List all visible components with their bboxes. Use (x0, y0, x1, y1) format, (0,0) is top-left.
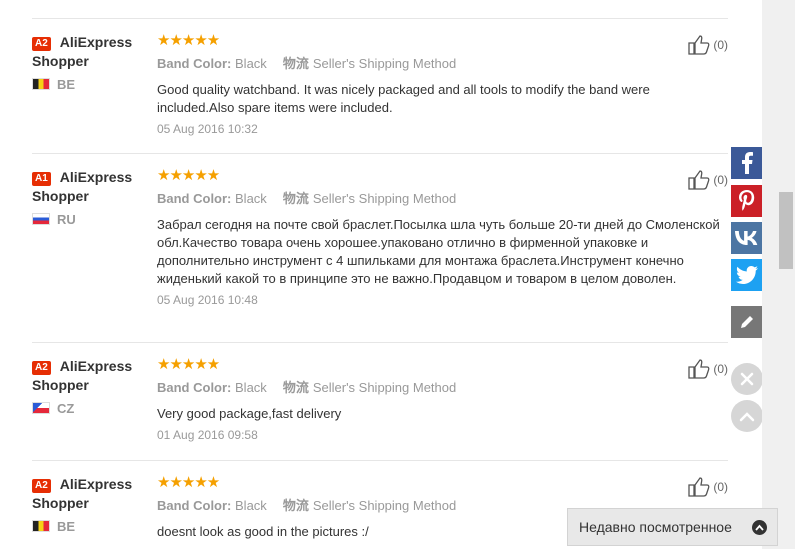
buyer-info: A2 AliExpress Shopper CZ (32, 357, 157, 417)
helpful-button[interactable]: (0) (687, 170, 728, 190)
buyer-level-badge: A1 (32, 172, 51, 186)
buyer-name-line2[interactable]: Shopper (32, 52, 157, 71)
attr-label: Band Color: (157, 498, 232, 513)
review-attributes: Band Color: Black 物流 Seller's Shipping Met… (157, 55, 727, 73)
belgium-flag-icon (32, 78, 50, 90)
close-button[interactable] (731, 363, 763, 395)
vk-share-button[interactable] (731, 222, 763, 254)
buyer-info: A2 AliExpress Shopper BE (32, 475, 157, 535)
review-item: A1 AliExpress Shopper RU ★★★★★ Band Color… (32, 153, 728, 343)
buyer-name[interactable]: AliExpress (60, 169, 132, 185)
buyer-name[interactable]: AliExpress (60, 34, 132, 50)
buyer-name-line2[interactable]: Shopper (32, 376, 157, 395)
review-content: ★★★★★ Band Color: Black 物流 Seller's Shippi… (157, 355, 727, 442)
review-attributes: Band Color: Black 物流 Seller's Shipping Met… (157, 190, 727, 208)
attr-value: Black (235, 56, 267, 71)
shipping-method: Seller's Shipping Method (312, 191, 457, 206)
star-rating: ★★★★★ (157, 356, 220, 373)
attr-label: Band Color: (157, 380, 232, 395)
russia-flag-icon (32, 213, 50, 225)
buyer-name[interactable]: AliExpress (60, 358, 132, 374)
facebook-share-button[interactable] (731, 147, 763, 179)
review-attributes: Band Color: Black 物流 Seller's Shipping Met… (157, 379, 727, 397)
czech-flag-icon (32, 402, 50, 414)
back-to-top-button[interactable] (731, 400, 763, 432)
review-date: 01 Aug 2016 09:58 (157, 428, 258, 442)
helpful-button[interactable]: (0) (687, 35, 728, 55)
attr-value: Black (235, 380, 267, 395)
buyer-country: BE (32, 519, 157, 535)
buyer-name-line2[interactable]: Shopper (32, 187, 157, 206)
shipping-method: Seller's Shipping Method (312, 56, 457, 71)
scrollbar-thumb[interactable] (779, 192, 793, 269)
shipping-method: Seller's Shipping Method (312, 380, 457, 395)
thumbs-up-icon (688, 35, 710, 55)
helpful-count: (0) (713, 38, 728, 52)
review-text: Забрал сегодня на почте свой браслет.Пос… (157, 217, 720, 286)
chevron-up-icon (739, 412, 755, 422)
twitter-icon (736, 266, 758, 284)
buyer-country: CZ (32, 401, 157, 417)
buyer-level-badge: A2 (32, 37, 51, 51)
twitter-share-button[interactable] (731, 259, 763, 291)
helpful-count: (0) (713, 173, 728, 187)
vk-icon (735, 231, 758, 245)
thumbs-up-icon (688, 359, 710, 379)
review-content: ★★★★★ Band Color: Black 物流 Seller's Shippi… (157, 166, 727, 307)
vertical-scrollbar[interactable] (762, 0, 795, 549)
pinterest-share-button[interactable] (731, 185, 763, 217)
helpful-button[interactable]: (0) (687, 477, 728, 497)
feedback-list: A2 AliExpress Shopper BE ★★★★★ Band Color… (0, 0, 762, 549)
review-text: Good quality watchband. It was nicely pa… (157, 82, 650, 115)
buyer-country: RU (32, 212, 157, 228)
buyer-name[interactable]: AliExpress (60, 476, 132, 492)
star-rating: ★★★★★ (157, 32, 220, 49)
shipping-label: 物流 (282, 380, 309, 395)
belgium-flag-icon (32, 520, 50, 532)
helpful-count: (0) (713, 362, 728, 376)
star-rating: ★★★★★ (157, 474, 220, 491)
buyer-country: BE (32, 77, 157, 93)
thumbs-up-icon (688, 477, 710, 497)
thumbs-up-icon (688, 170, 710, 190)
shipping-label: 物流 (282, 191, 309, 206)
attr-value: Black (235, 191, 267, 206)
review-item: A2 AliExpress Shopper BE ★★★★★ Band Color… (32, 18, 728, 154)
attr-value: Black (235, 498, 267, 513)
buyer-info: A1 AliExpress Shopper RU (32, 168, 157, 228)
facebook-icon (742, 152, 753, 174)
shipping-method: Seller's Shipping Method (312, 498, 457, 513)
chevron-up-icon (752, 520, 767, 535)
shipping-label: 物流 (282, 498, 309, 513)
buyer-info: A2 AliExpress Shopper BE (32, 33, 157, 93)
helpful-button[interactable]: (0) (687, 359, 728, 379)
buyer-level-badge: A2 (32, 479, 51, 493)
shipping-label: 物流 (282, 56, 309, 71)
helpful-count: (0) (713, 480, 728, 494)
close-icon (740, 372, 754, 386)
review-content: ★★★★★ Band Color: Black 物流 Seller's Shippi… (157, 31, 727, 136)
pencil-icon (741, 316, 753, 328)
buyer-name-line2[interactable]: Shopper (32, 494, 157, 513)
attr-label: Band Color: (157, 56, 232, 71)
pinterest-icon (739, 190, 755, 211)
review-text: Very good package,fast delivery (157, 406, 342, 421)
star-rating: ★★★★★ (157, 167, 220, 184)
recently-viewed-bar[interactable]: Недавно посмотренное (567, 508, 778, 546)
review-date: 05 Aug 2016 10:48 (157, 293, 258, 307)
recently-viewed-label: Недавно посмотренное (579, 519, 732, 535)
review-item: A2 AliExpress Shopper CZ ★★★★★ Band Color… (32, 342, 728, 461)
review-date: 05 Aug 2016 10:32 (157, 122, 258, 136)
buyer-level-badge: A2 (32, 361, 51, 375)
edit-button[interactable] (731, 306, 763, 338)
attr-label: Band Color: (157, 191, 232, 206)
